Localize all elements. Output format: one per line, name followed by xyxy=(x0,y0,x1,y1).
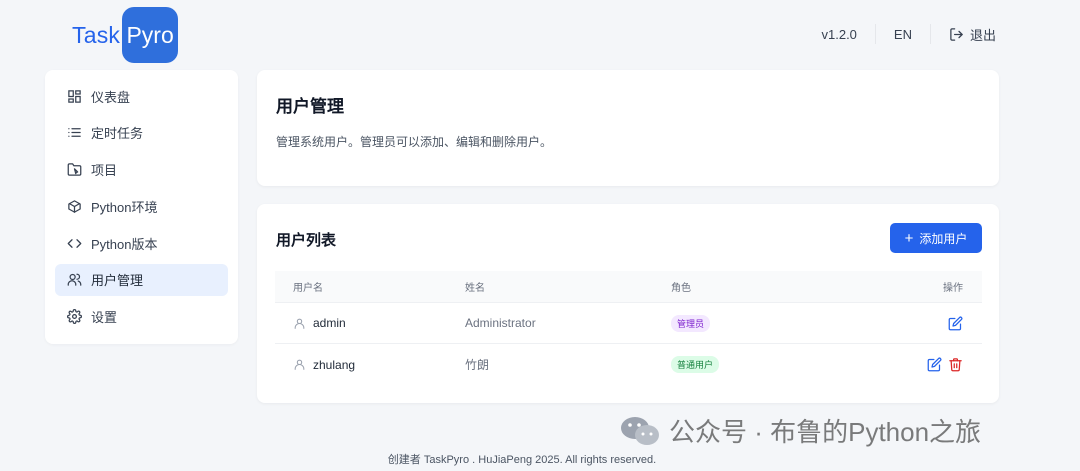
sidebar-item-label: 仪表盘 xyxy=(91,89,131,105)
top-bar: v1.2.0 EN 退出 xyxy=(821,22,996,46)
user-list-title: 用户列表 xyxy=(276,232,337,249)
divider xyxy=(929,24,931,44)
delete-icon[interactable] xyxy=(948,357,963,372)
sidebar-item-label: 项目 xyxy=(91,163,118,179)
language-switch[interactable]: EN xyxy=(894,27,912,42)
edit-icon[interactable] xyxy=(948,316,963,331)
logo-text-pyro: Pyro xyxy=(122,7,179,63)
column-header-role: 角色 xyxy=(671,283,691,294)
column-header-actions: 操作 xyxy=(943,283,963,294)
sidebar-item-label: 设置 xyxy=(91,310,118,326)
sidebar-item-projects[interactable]: 项目 xyxy=(55,154,228,186)
username: admin xyxy=(313,316,346,330)
app-logo[interactable]: Task Pyro xyxy=(72,7,179,63)
sidebar-item-python-env[interactable]: Python环境 xyxy=(55,190,228,222)
role-cell: 管理员 xyxy=(671,314,871,332)
name-cell: 竹朗 xyxy=(465,358,490,372)
name-cell: Administrator xyxy=(465,316,536,330)
add-user-button[interactable]: + 添加用户 xyxy=(890,223,982,253)
username: zhulang xyxy=(313,357,356,372)
dashboard-icon xyxy=(68,89,81,103)
sidebar: 仪表盘 定时任务 项目 Python环境 Python版本 用户管理 设置 xyxy=(45,70,238,344)
username-cell: zhulang xyxy=(275,358,465,372)
add-user-label: 添加用户 xyxy=(919,231,968,246)
page-description: 管理系统用户。管理员可以添加、编辑和删除用户。 xyxy=(276,135,553,149)
role-cell: 普通用户 xyxy=(671,356,871,373)
logout-button[interactable]: 退出 xyxy=(949,25,996,44)
actions-cell xyxy=(871,316,982,331)
page-title: 用户管理 xyxy=(276,97,344,116)
version-label: v1.2.0 xyxy=(821,26,857,42)
user-icon xyxy=(294,359,305,370)
wechat-icon xyxy=(621,416,659,445)
code-icon xyxy=(67,238,82,248)
logout-icon xyxy=(950,27,963,41)
watermark-text: 公众号 · 布鲁的Python之旅 xyxy=(669,417,982,447)
column-header-name: 姓名 xyxy=(465,283,485,294)
user-list-card: 用户列表 + 添加用户 用户名 姓名 角色 操作 admin Administr… xyxy=(257,204,999,403)
sidebar-item-settings[interactable]: 设置 xyxy=(55,301,228,333)
cube-icon xyxy=(68,200,81,213)
footer: 创建者 TaskPyro . HuJiaPeng 2025. All right… xyxy=(387,454,657,466)
users-icon xyxy=(67,274,82,287)
sidebar-item-python-version[interactable]: Python版本 xyxy=(55,227,228,259)
table-header: 用户名 姓名 角色 操作 xyxy=(275,271,982,303)
role-badge: 普通用户 xyxy=(671,356,720,373)
watermark: 公众号 · 布鲁的Python之旅 xyxy=(619,412,981,449)
sidebar-item-label: Python版本 xyxy=(91,236,158,252)
sidebar-item-dashboard[interactable]: 仪表盘 xyxy=(55,80,228,112)
sidebar-item-label: 定时任务 xyxy=(91,126,144,142)
sidebar-item-scheduled-tasks[interactable]: 定时任务 xyxy=(55,117,228,149)
list-icon xyxy=(68,128,81,138)
sidebar-item-user-management[interactable]: 用户管理 xyxy=(55,263,228,296)
table-row: zhulang 竹朗 普通用户 xyxy=(275,344,982,385)
logout-label: 退出 xyxy=(969,27,996,43)
actions-cell xyxy=(871,357,982,372)
sidebar-item-label: 用户管理 xyxy=(91,273,144,289)
user-table: 用户名 姓名 角色 操作 admin Administrator 管理员 zhu… xyxy=(275,271,982,385)
column-header-username: 用户名 xyxy=(293,283,323,294)
page-header-card: 用户管理 管理系统用户。管理员可以添加、编辑和删除用户。 xyxy=(257,70,999,186)
gear-icon xyxy=(67,309,82,325)
role-badge: 管理员 xyxy=(671,314,711,332)
username-cell: admin xyxy=(275,316,465,330)
folder-icon xyxy=(67,163,82,176)
edit-icon[interactable] xyxy=(927,357,942,372)
plus-icon: + xyxy=(904,229,914,247)
logo-text-task: Task xyxy=(72,21,121,48)
divider xyxy=(874,24,876,44)
sidebar-item-label: Python环境 xyxy=(91,199,158,215)
user-icon xyxy=(294,318,305,329)
table-row: admin Administrator 管理员 xyxy=(275,303,982,344)
